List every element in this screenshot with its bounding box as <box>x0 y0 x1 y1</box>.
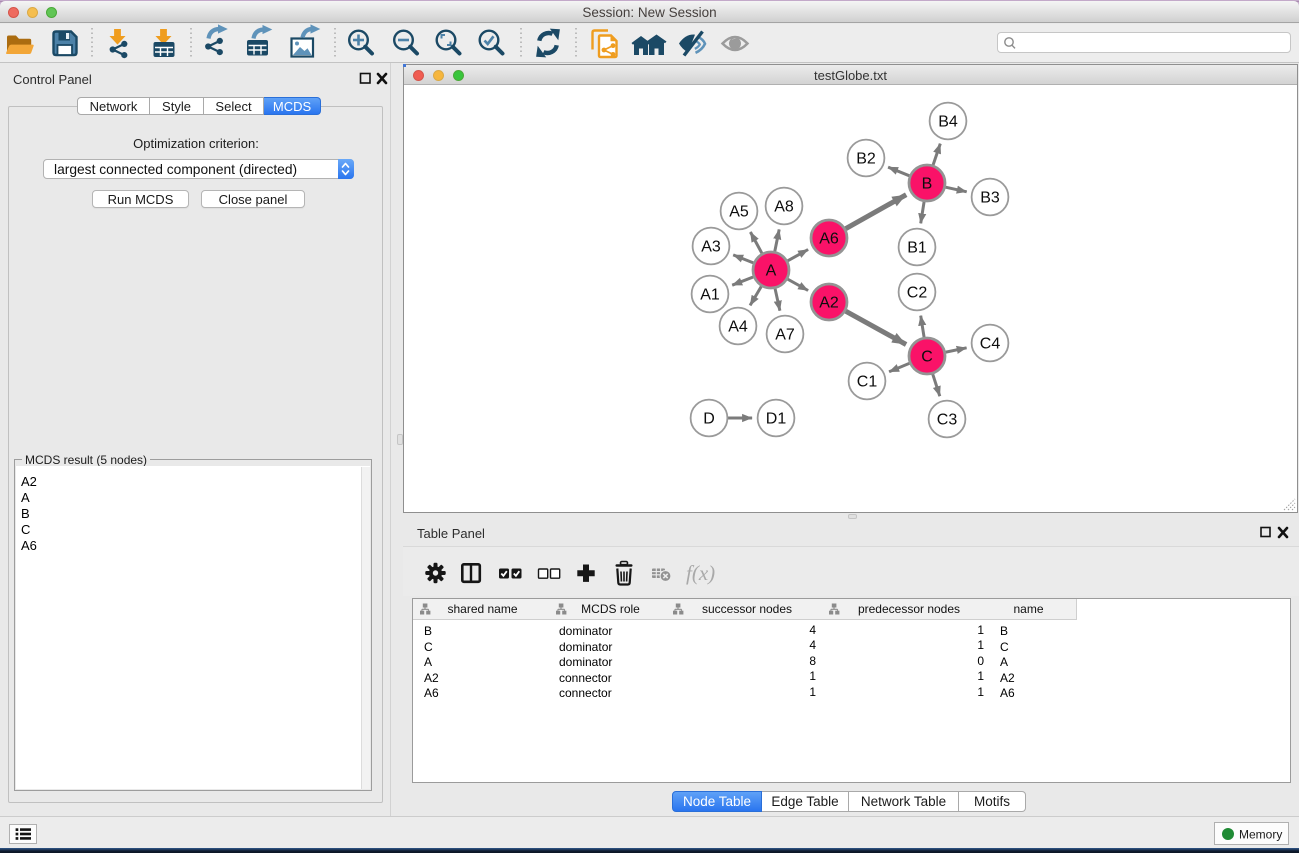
svg-text:C3: C3 <box>937 412 958 429</box>
svg-text:C1: C1 <box>857 374 878 391</box>
svg-text:Memory: Memory <box>1239 828 1282 842</box>
svg-text:A5: A5 <box>729 204 749 221</box>
svg-text:A3: A3 <box>701 239 721 256</box>
svg-text:C2: C2 <box>907 285 928 302</box>
svg-text:B: B <box>922 176 933 193</box>
svg-text:A2: A2 <box>819 295 839 312</box>
svg-text:A7: A7 <box>775 327 795 344</box>
svg-text:A: A <box>766 263 777 280</box>
svg-text:C4: C4 <box>980 336 1001 353</box>
svg-text:f(x): f(x) <box>686 561 715 585</box>
svg-text:A6: A6 <box>819 231 839 248</box>
svg-text:B2: B2 <box>856 151 876 168</box>
svg-text:A1: A1 <box>700 287 720 304</box>
svg-text:A8: A8 <box>774 199 794 216</box>
svg-text:D1: D1 <box>766 411 787 428</box>
svg-text:C: C <box>921 349 933 366</box>
svg-text:B4: B4 <box>938 114 958 131</box>
svg-text:B3: B3 <box>980 190 1000 207</box>
svg-text:D: D <box>703 411 715 428</box>
svg-text:A4: A4 <box>728 319 748 336</box>
svg-text:B1: B1 <box>907 240 927 257</box>
